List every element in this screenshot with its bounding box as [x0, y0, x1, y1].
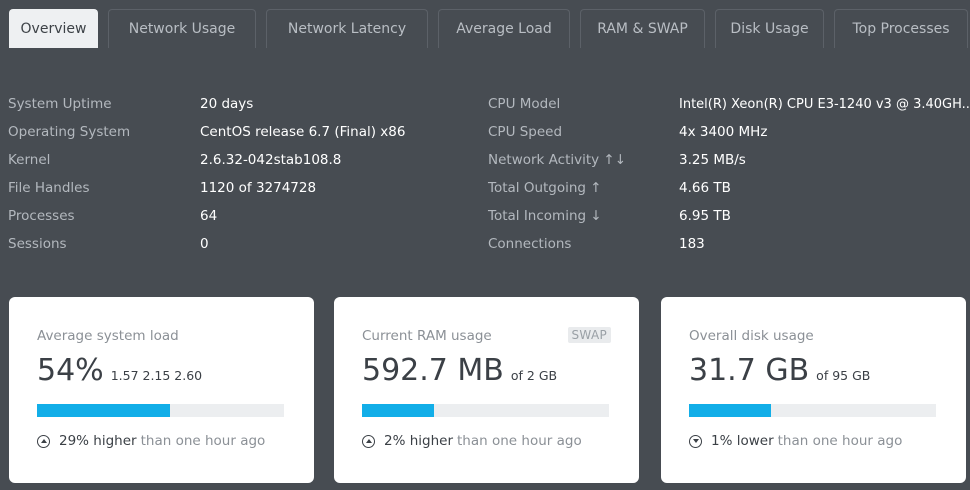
system-info: System Uptime 20 days Operating System Cen… [8, 90, 478, 258]
info-value: Intel(R) Xeon(R) CPU E3-1240 v3 @ 3.40GH… [679, 96, 970, 112]
card-title: Overall disk usage [689, 328, 814, 344]
info-label: Total Incoming ↓ [488, 208, 602, 224]
trend-context: than one hour ago [140, 433, 266, 449]
card-title: Average system load [37, 328, 179, 344]
ram-card: Current RAM usage SWAP 592.7 MB of 2 GB … [334, 297, 639, 483]
info-label: Connections [488, 236, 572, 252]
info-row-total-outgoing: Total Outgoing ↑ 4.66 TB [488, 174, 968, 202]
trend-context: than one hour ago [777, 433, 903, 449]
info-label: Sessions [8, 236, 67, 252]
info-label: Total Outgoing ↑ [488, 180, 602, 196]
tab-disk-usage[interactable]: Disk Usage [715, 9, 824, 48]
card-title: Current RAM usage [362, 328, 492, 344]
trend-change: 2% higher [384, 433, 453, 449]
tab-overview[interactable]: Overview [9, 9, 98, 48]
info-value: 64 [200, 208, 218, 224]
load-percent: 54% [37, 353, 104, 388]
disk-progress-bar [689, 404, 936, 417]
disk-used: 31.7 GB [689, 353, 810, 388]
load-trend: 29% higher than one hour ago [37, 433, 265, 449]
info-label: Kernel [8, 152, 51, 168]
info-row-cpu-model: CPU Model Intel(R) Xeon(R) CPU E3-1240 v3… [488, 90, 970, 118]
circle-arrow-up-icon [362, 434, 375, 448]
info-label: Network Activity ↑↓ [488, 152, 627, 168]
progress-fill [362, 404, 434, 417]
info-value: 1120 of 3274728 [200, 180, 317, 196]
disk-value: 31.7 GB of 95 GB [689, 353, 870, 388]
ram-trend: 2% higher than one hour ago [362, 433, 582, 449]
load-averages: 1.57 2.15 2.60 [110, 368, 203, 383]
ram-progress-bar [362, 404, 609, 417]
info-label: System Uptime [8, 96, 112, 112]
info-row-uptime: System Uptime 20 days [8, 90, 478, 118]
info-value: 0 [200, 236, 209, 252]
ram-used: 592.7 MB [362, 353, 504, 388]
info-row-kernel: Kernel 2.6.32-042stab108.8 [8, 146, 478, 174]
info-label: CPU Model [488, 96, 561, 112]
info-value: 4x 3400 MHz [679, 124, 768, 140]
ram-total: of 2 GB [510, 368, 558, 383]
info-row-network-activity: Network Activity ↑↓ 3.25 MB/s [488, 146, 968, 174]
progress-fill [689, 404, 771, 417]
disk-total: of 95 GB [816, 368, 871, 383]
progress-fill [37, 404, 171, 417]
disk-card: Overall disk usage 31.7 GB of 95 GB 1% l… [661, 297, 966, 483]
info-value: 2.6.32-042stab108.8 [200, 152, 342, 168]
tab-network-usage[interactable]: Network Usage [108, 9, 256, 48]
info-row-file-handles: File Handles 1120 of 3274728 [8, 174, 478, 202]
trend-change: 1% lower [711, 433, 774, 449]
tab-top-processes[interactable]: Top Processes [834, 9, 968, 48]
circle-arrow-down-icon [689, 434, 702, 448]
swap-toggle-button[interactable]: SWAP [567, 327, 611, 343]
tab-bar: Overview Network Usage Network Latency A… [0, 0, 970, 48]
info-value: 6.95 TB [679, 208, 731, 224]
info-value: 4.66 TB [679, 180, 731, 196]
info-value: 183 [679, 236, 705, 252]
tab-ram-swap[interactable]: RAM & SWAP [580, 9, 705, 48]
info-label: Operating System [8, 124, 131, 140]
info-value: 20 days [200, 96, 254, 112]
disk-trend: 1% lower than one hour ago [689, 433, 902, 449]
ram-value: 592.7 MB of 2 GB [362, 353, 557, 388]
info-row-os: Operating System CentOS release 6.7 (Fina… [8, 118, 478, 146]
info-label: CPU Speed [488, 124, 563, 140]
load-progress-bar [37, 404, 284, 417]
info-label: File Handles [8, 180, 90, 196]
load-value: 54% 1.57 2.15 2.60 [37, 353, 202, 388]
info-label: Processes [8, 208, 75, 224]
info-row-connections: Connections 183 [488, 230, 968, 258]
load-card: Average system load 54% 1.57 2.15 2.60 2… [9, 297, 314, 483]
info-value: CentOS release 6.7 (Final) x86 [200, 124, 406, 140]
trend-change: 29% higher [59, 433, 137, 449]
hardware-info: CPU Model Intel(R) Xeon(R) CPU E3-1240 v3… [488, 90, 970, 258]
tab-average-load[interactable]: Average Load [438, 9, 570, 48]
tab-network-latency[interactable]: Network Latency [266, 9, 428, 48]
info-row-cpu-speed: CPU Speed 4x 3400 MHz [488, 118, 968, 146]
info-row-sessions: Sessions 0 [8, 230, 478, 258]
circle-arrow-up-icon [37, 434, 50, 448]
info-value: 3.25 MB/s [679, 152, 746, 168]
trend-context: than one hour ago [457, 433, 582, 449]
info-row-total-incoming: Total Incoming ↓ 6.95 TB [488, 202, 968, 230]
info-row-processes: Processes 64 [8, 202, 478, 230]
